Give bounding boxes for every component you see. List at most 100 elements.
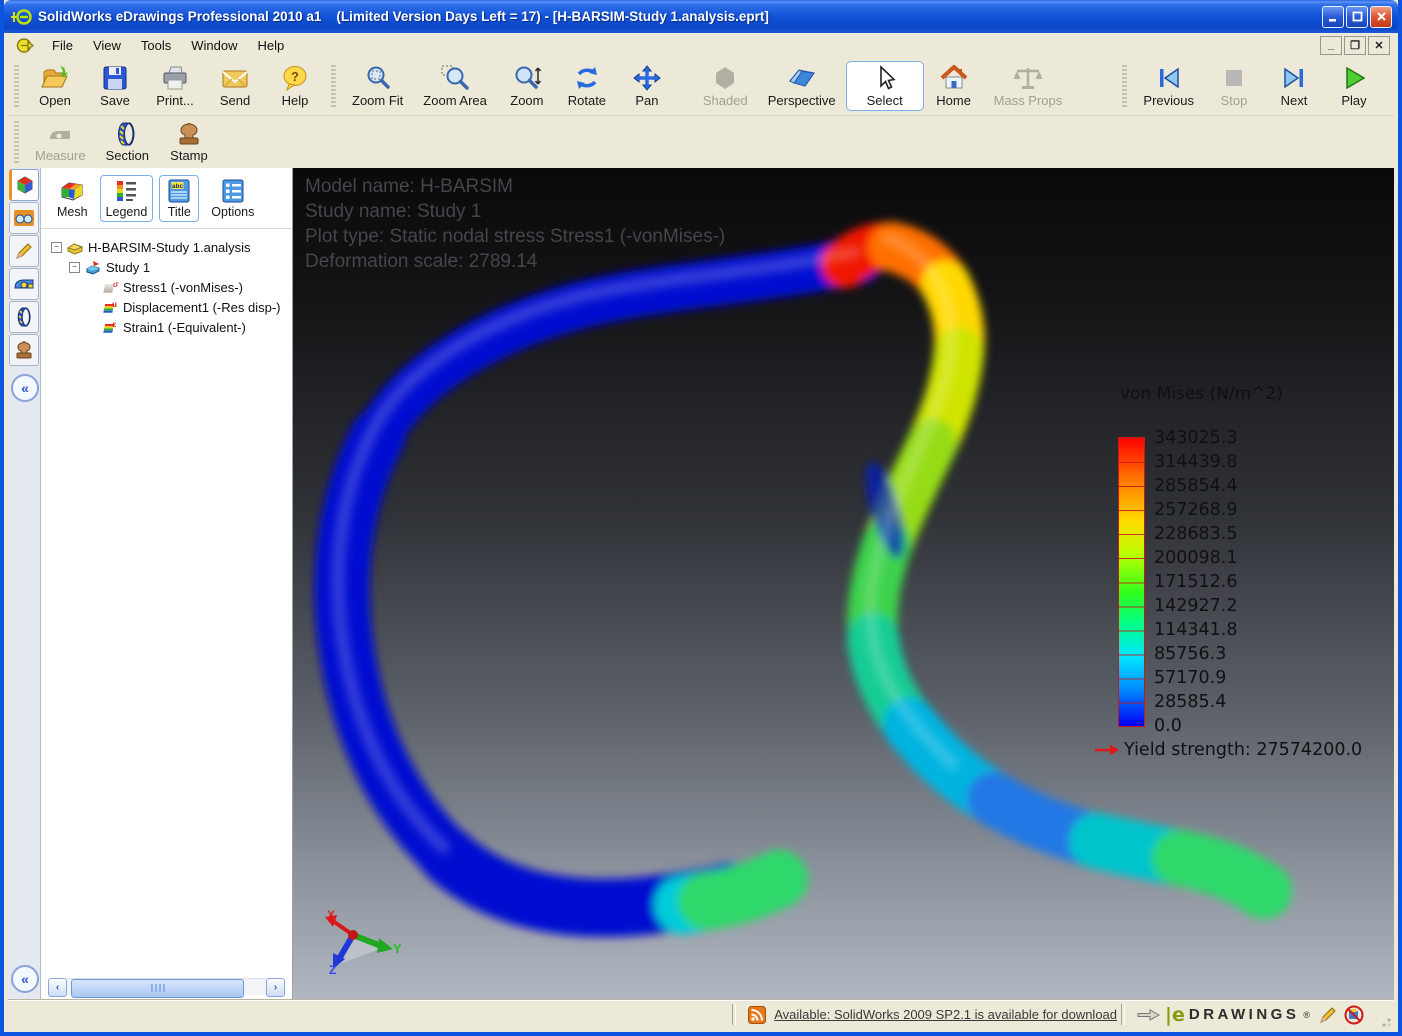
stamp-tab[interactable] xyxy=(9,334,39,366)
pan-button[interactable]: Pan xyxy=(617,61,677,111)
tree-node-strain[interactable]: ε Strain1 (-Equivalent-) xyxy=(101,317,290,337)
edrawings-app-icon xyxy=(10,8,32,26)
next-button[interactable]: Next xyxy=(1264,61,1324,111)
collapse-panel-button[interactable]: « xyxy=(11,374,39,402)
section-tab[interactable] xyxy=(9,301,39,333)
status-separator xyxy=(732,1004,736,1025)
play-button[interactable]: Play xyxy=(1324,61,1384,111)
deformation-scale-line: Deformation scale: 2789.14 xyxy=(305,249,725,274)
zoom-label: Zoom xyxy=(510,93,543,108)
plot-header: Model name: H-BARSIM Study name: Study 1… xyxy=(305,174,725,274)
open-button[interactable]: Open xyxy=(25,61,85,111)
home-button[interactable]: Home xyxy=(924,61,984,111)
help-button[interactable]: ? Help xyxy=(265,61,325,111)
logo-e-mark: |e xyxy=(1165,1004,1185,1026)
scroll-thumb[interactable] xyxy=(71,979,244,998)
previous-icon xyxy=(1154,64,1184,92)
zoom-icon xyxy=(512,64,542,92)
save-button[interactable]: Save xyxy=(85,61,145,111)
scroll-left-arrow[interactable]: ‹ xyxy=(48,978,67,997)
panel-horizontal-scrollbar[interactable]: ‹ › xyxy=(48,978,285,995)
main-toolbar: Open Save Print... Send xyxy=(8,57,1394,116)
legend-toggle[interactable]: Legend xyxy=(100,175,154,222)
help-label: Help xyxy=(282,93,309,108)
home-label: Home xyxy=(936,93,971,108)
study-name-line: Study name: Study 1 xyxy=(305,199,725,224)
menu-view[interactable]: View xyxy=(83,35,131,56)
options-toggle[interactable]: Options xyxy=(205,175,260,222)
select-button[interactable]: Select xyxy=(846,61,924,111)
status-bar: Available: SolidWorks 2009 SP2.1 is avai… xyxy=(8,1000,1394,1028)
tree-node-displacement[interactable]: u Displacement1 (-Res disp-) xyxy=(101,297,290,317)
zoom-fit-icon xyxy=(363,64,393,92)
child-minimize-button[interactable]: _ xyxy=(1320,36,1342,55)
measure-tab[interactable] xyxy=(9,268,39,300)
perspective-button[interactable]: Perspective xyxy=(758,61,846,111)
tools-toolbar: Measure Section Stamp xyxy=(8,116,1394,169)
title-bar: SolidWorks eDrawings Professional 2010 a… xyxy=(4,0,1398,33)
zoom-area-button[interactable]: Zoom Area xyxy=(413,61,497,111)
axis-z-label: Z xyxy=(329,963,336,975)
section-button[interactable]: Section xyxy=(96,118,159,166)
expander-icon[interactable]: − xyxy=(69,262,80,273)
rotate-button[interactable]: Rotate xyxy=(557,61,617,111)
toolbar-grip xyxy=(331,65,336,107)
update-link[interactable]: Available: SolidWorks 2009 SP2.1 is avai… xyxy=(774,1007,1117,1022)
logo-arrow-icon xyxy=(1137,1007,1161,1023)
logo-text: DRAWINGS xyxy=(1189,1006,1300,1023)
child-restore-button[interactable]: ❐ xyxy=(1344,36,1366,55)
expander-icon[interactable]: − xyxy=(51,242,62,253)
zoom-button[interactable]: Zoom xyxy=(497,61,557,111)
mesh-icon xyxy=(58,178,86,204)
previous-button[interactable]: Previous xyxy=(1133,61,1204,111)
child-window-controls: _ ❐ ✕ xyxy=(1320,36,1394,55)
collapse-chevrons-icon: « xyxy=(21,380,29,396)
markup-tab[interactable] xyxy=(9,202,39,234)
legend-value: 228683.5 xyxy=(1154,524,1238,544)
maximize-button[interactable] xyxy=(1346,6,1368,28)
print-button[interactable]: Print... xyxy=(145,61,205,111)
legend-value: 85756.3 xyxy=(1154,644,1226,664)
collapse-panel-button-bottom[interactable]: « xyxy=(11,965,39,993)
select-cursor-icon xyxy=(873,64,897,92)
play-label: Play xyxy=(1341,93,1366,108)
graphics-viewport[interactable]: Model name: H-BARSIM Study name: Study 1… xyxy=(293,168,1394,1001)
resize-grip[interactable] xyxy=(1378,1014,1392,1028)
menu-tools[interactable]: Tools xyxy=(131,35,181,56)
part-icon xyxy=(66,240,84,255)
viewer-tab[interactable] xyxy=(9,169,39,201)
edrawings-logo: |e DRAWINGS ® xyxy=(1129,1004,1318,1026)
study-tree: − H-BARSIM-Study 1.analysis − Study 1 xyxy=(41,229,292,337)
tree-node-label: H-BARSIM-Study 1.analysis xyxy=(88,240,251,255)
mesh-toggle[interactable]: Mesh xyxy=(51,175,94,222)
menu-file[interactable]: File xyxy=(42,35,83,56)
tree-node-analysis[interactable]: − H-BARSIM-Study 1.analysis xyxy=(51,237,290,257)
tree-node-label: Strain1 (-Equivalent-) xyxy=(123,320,246,335)
markup-pencil-button[interactable] xyxy=(1318,1005,1338,1025)
minimize-button[interactable] xyxy=(1322,6,1344,28)
stamp-button[interactable]: Stamp xyxy=(159,118,219,166)
pencil-tab[interactable] xyxy=(9,235,39,267)
options-label: Options xyxy=(211,205,254,219)
scroll-track[interactable] xyxy=(67,978,266,995)
send-button[interactable]: Send xyxy=(205,61,265,111)
open-label: Open xyxy=(39,93,71,108)
edrawings-menu-icon xyxy=(16,37,36,54)
legend-value: 0.0 xyxy=(1154,716,1182,736)
markup-glasses-icon xyxy=(13,208,35,228)
printer-icon xyxy=(160,64,190,92)
scroll-right-arrow[interactable]: › xyxy=(266,978,285,997)
maximize-icon xyxy=(1352,11,1363,22)
zoom-fit-button[interactable]: Zoom Fit xyxy=(342,61,413,111)
tree-node-stress[interactable]: σ Stress1 (-vonMises-) xyxy=(101,277,290,297)
close-button[interactable] xyxy=(1370,6,1392,28)
svg-text:ε: ε xyxy=(113,320,117,329)
legend-value: 171512.6 xyxy=(1154,572,1238,592)
menu-help[interactable]: Help xyxy=(248,35,295,56)
tree-node-study[interactable]: − Study 1 xyxy=(69,257,290,277)
legend-title: von Mises (N/m^2) xyxy=(1120,384,1386,404)
child-close-button[interactable]: ✕ xyxy=(1368,36,1390,55)
update-notification[interactable]: Available: SolidWorks 2009 SP2.1 is avai… xyxy=(740,1006,1117,1024)
title-toggle[interactable]: abc Title xyxy=(159,175,199,222)
menu-window[interactable]: Window xyxy=(181,35,247,56)
